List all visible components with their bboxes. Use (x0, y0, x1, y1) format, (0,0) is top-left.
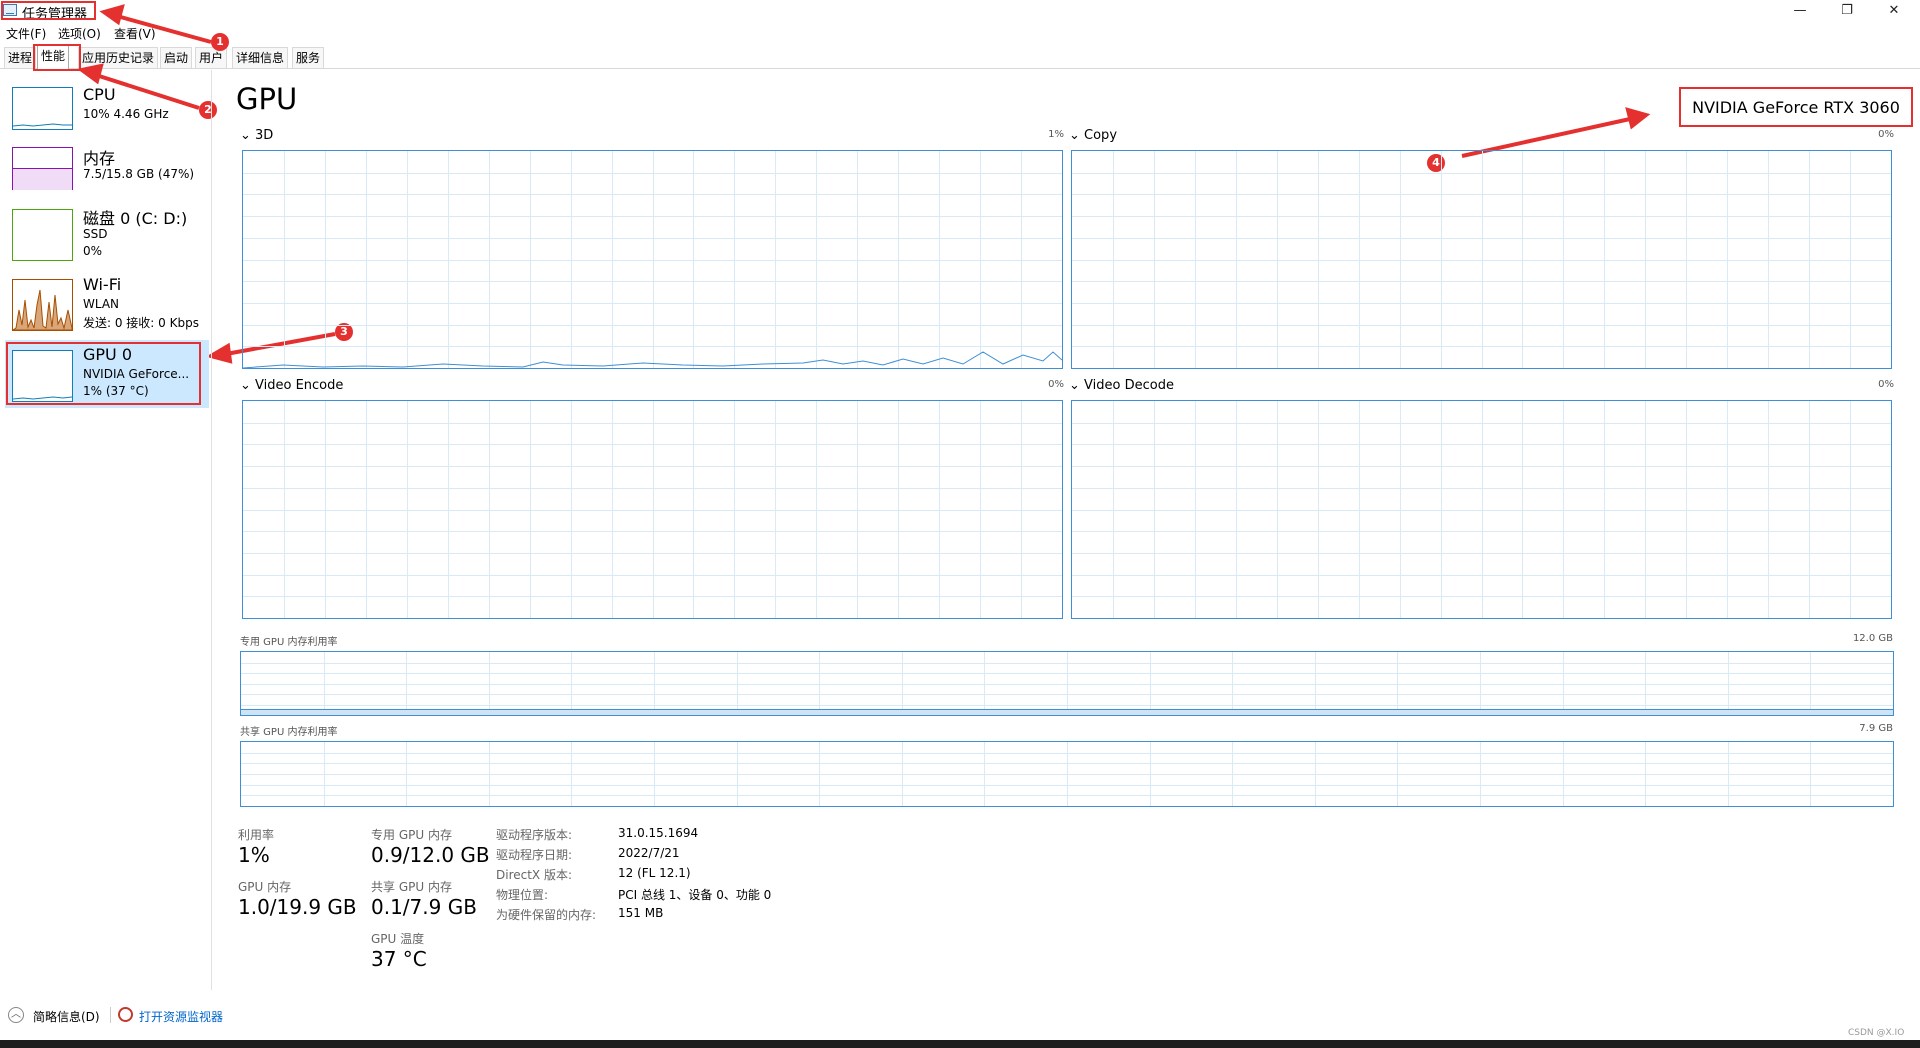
graph-percent-video-encode: 0% (1048, 379, 1064, 390)
fewer-details-button[interactable]: 简略信息(D) (33, 1008, 100, 1025)
driver-date-key: 驱动程序日期: (496, 848, 573, 862)
graph-grid (243, 401, 1062, 618)
disk-thumbnail-graph (12, 209, 73, 261)
watermark: CSDN @X.IO (1848, 1028, 1905, 1038)
graph-label-video-encode[interactable]: ⌄ Video Encode (240, 378, 343, 393)
resource-monitor-icon[interactable] (118, 1007, 133, 1022)
driver-version-key: 驱动程序版本: (496, 828, 573, 842)
shared-memory-graph[interactable] (240, 741, 1894, 807)
driver-version-value: 31.0.15.1694 (618, 826, 699, 840)
directx-version-value: 12 (FL 12.1) (618, 866, 691, 880)
sidebar-item-detail-2: 0% (83, 244, 103, 258)
utilization-value: 1% (238, 843, 270, 867)
sidebar-item-memory[interactable]: 内存 7.5/15.8 GB (47%) (5, 140, 209, 200)
gpu-model-name: NVIDIA GeForce RTX 3060 (1679, 87, 1913, 127)
graph-label-text: 3D (255, 128, 274, 143)
memory-thumbnail-graph (12, 147, 73, 190)
gpu-temperature-value: 37 °C (371, 947, 427, 971)
dedicated-memory-graph[interactable] (240, 651, 1894, 716)
sidebar-item-label: 磁盘 0 (C: D:) (83, 209, 188, 228)
gpu-memory-value: 1.0/19.9 GB (238, 895, 357, 919)
chevron-down-icon: ⌄ (240, 128, 256, 143)
sidebar-item-detail: SSD (83, 227, 108, 241)
graph-copy[interactable] (1071, 150, 1892, 369)
graph-grid (1072, 401, 1891, 618)
graph-grid (241, 742, 1893, 806)
chevron-up-icon[interactable]: ︿ (8, 1007, 24, 1023)
graph-percent-copy: 0% (1878, 129, 1894, 140)
graph-grid (241, 652, 1893, 715)
sidebar-item-label: 内存 (83, 149, 116, 168)
graph-video-encode[interactable] (242, 400, 1063, 619)
bottom-bar (0, 1003, 1920, 1035)
chevron-down-icon: ⌄ (1069, 378, 1085, 393)
page-title: GPU (236, 82, 298, 116)
graph-video-decode[interactable] (1071, 400, 1892, 619)
shared-gpu-memory-label: 共享 GPU 内存 (371, 880, 452, 894)
annotation-box-gpu (6, 342, 201, 405)
cpu-thumbnail-graph (12, 87, 73, 130)
dedicated-gpu-memory-value: 0.9/12.0 GB (371, 843, 490, 867)
sidebar-item-disk[interactable]: 磁盘 0 (C: D:) SSD 0% (5, 200, 209, 261)
physical-location-value: PCI 总线 1、设备 0、功能 0 (618, 888, 772, 902)
graph-label-copy[interactable]: ⌄ Copy (1069, 128, 1117, 143)
taskbar (0, 1040, 1920, 1048)
memory-usage-fill (13, 168, 72, 190)
dedicated-memory-fill (241, 709, 1893, 715)
gpu-temperature-label: GPU 温度 (371, 932, 425, 946)
sidebar-item-cpu[interactable]: CPU 10% 4.46 GHz (5, 80, 209, 140)
physical-location-key: 物理位置: (496, 888, 549, 902)
shared-gpu-memory-value: 0.1/7.9 GB (371, 895, 477, 919)
graph-3d[interactable] (242, 150, 1063, 369)
sidebar-item-detail: 10% 4.46 GHz (83, 107, 169, 121)
reserved-memory-key: 为硬件保留的内存: (496, 908, 597, 922)
graph-label-text: Video Decode (1084, 378, 1174, 393)
divider (110, 1007, 111, 1023)
sidebar-item-detail: WLAN (83, 297, 120, 311)
annotation-marker-1: 1 (211, 33, 229, 51)
sidebar-item-detail-2: 发送: 0 接收: 0 Kbps (83, 316, 199, 330)
sidebar-item-wifi[interactable]: Wi-Fi WLAN 发送: 0 接收: 0 Kbps (5, 270, 209, 334)
sidebar-item-label: Wi-Fi (83, 275, 122, 294)
directx-version-key: DirectX 版本: (496, 868, 573, 882)
dedicated-memory-max: 12.0 GB (1852, 633, 1893, 644)
graph-3d-line (243, 351, 1062, 368)
dedicated-gpu-memory-label: 专用 GPU 内存 (371, 828, 452, 842)
wifi-thumbnail-graph (11, 279, 73, 331)
graph-percent-3d: 1% (1048, 129, 1064, 140)
graph-label-3d[interactable]: ⌄ 3D (240, 128, 273, 143)
graph-grid (1072, 151, 1891, 368)
graph-percent-video-decode: 0% (1878, 379, 1894, 390)
graph-label-text: Video Encode (255, 378, 344, 393)
gpu-memory-label: GPU 内存 (238, 880, 292, 894)
dedicated-memory-label: 专用 GPU 内存利用率 (240, 637, 338, 648)
open-resource-monitor-link[interactable]: 打开资源监视器 (139, 1008, 223, 1025)
chevron-down-icon: ⌄ (240, 378, 256, 393)
sidebar-item-detail: 7.5/15.8 GB (47%) (83, 167, 195, 181)
utilization-label: 利用率 (238, 828, 275, 842)
driver-date-value: 2022/7/21 (618, 846, 680, 860)
sidebar-item-label: CPU (83, 85, 116, 104)
reserved-memory-value: 151 MB (618, 906, 664, 920)
graph-label-video-decode[interactable]: ⌄ Video Decode (1069, 378, 1174, 393)
graph-label-text: Copy (1084, 128, 1118, 143)
shared-memory-label: 共享 GPU 内存利用率 (240, 727, 338, 738)
chevron-down-icon: ⌄ (1069, 128, 1085, 143)
shared-memory-max: 7.9 GB (1859, 723, 1893, 734)
